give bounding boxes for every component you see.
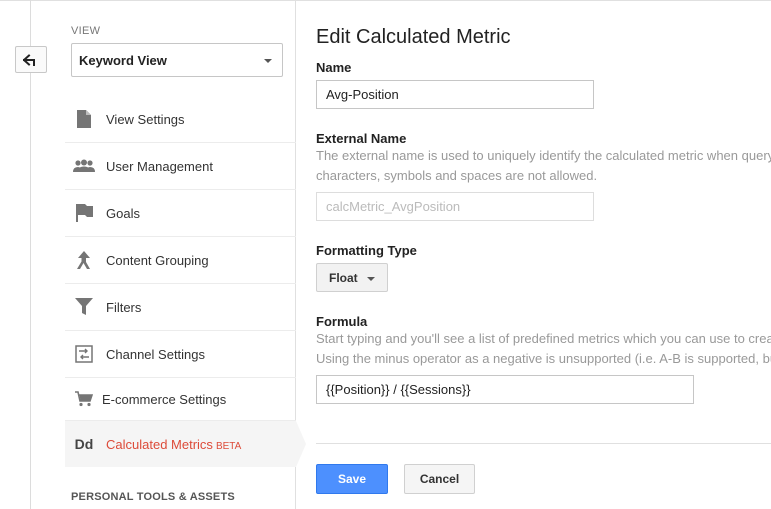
save-button[interactable]: Save xyxy=(316,464,388,494)
external-name-help-line-2: characters, symbols and spaces are not a… xyxy=(316,168,598,183)
edit-calculated-metric-form: Edit Calculated Metric Name Avg-Position… xyxy=(316,0,771,509)
view-select[interactable]: Keyword View xyxy=(71,43,283,77)
name-label: Name xyxy=(316,60,352,75)
nav-item-channel-settings[interactable]: Channel Settings xyxy=(65,331,296,378)
external-name-label: External Name xyxy=(316,131,407,146)
nav-item-label: Content Grouping xyxy=(106,252,209,268)
external-name-help-line-1: The external name is used to uniquely id… xyxy=(316,148,771,163)
content-grouping-icon xyxy=(73,249,95,271)
left-rail xyxy=(30,0,31,509)
nav-item-label: E-commerce Settings xyxy=(102,391,227,407)
formula-help-line-2: Using the minus operator as a negative i… xyxy=(316,351,771,366)
nav-item-content-grouping[interactable]: Content Grouping xyxy=(65,237,296,284)
cart-icon xyxy=(73,388,95,410)
formula-label: Formula xyxy=(316,314,368,329)
chevron-down-icon xyxy=(367,277,375,281)
nav-item-goals[interactable]: Goals xyxy=(65,190,296,237)
nav-item-label: Goals xyxy=(106,205,140,221)
users-icon xyxy=(73,155,95,177)
formatting-type-value: Float xyxy=(329,270,358,285)
section-heading-personal-tools: PERSONAL TOOLS & ASSETS xyxy=(71,491,235,503)
flag-icon xyxy=(73,202,95,224)
chevron-down-icon xyxy=(264,59,272,63)
nav-item-label: User Management xyxy=(106,158,213,174)
channel-settings-icon xyxy=(73,343,95,365)
nav-item-label: Channel Settings xyxy=(106,346,206,362)
filter-icon xyxy=(73,296,95,318)
external-name-input: calcMetric_AvgPosition xyxy=(316,192,594,221)
nav-item-calculated-metrics[interactable]: Dd Calculated Metrics BETA xyxy=(65,421,296,467)
formatting-type-label: Formatting Type xyxy=(316,243,417,258)
document-icon xyxy=(73,108,95,130)
nav-item-label: Calculated Metrics xyxy=(106,436,213,452)
nav-item-label: Filters xyxy=(106,299,142,315)
dd-icon: Dd xyxy=(74,436,94,452)
back-button[interactable] xyxy=(15,46,47,73)
page-title: Edit Calculated Metric xyxy=(316,26,511,48)
formatting-type-dropdown[interactable]: Float xyxy=(316,263,388,292)
nav-item-view-settings[interactable]: View Settings xyxy=(65,96,296,143)
active-indicator xyxy=(296,421,306,467)
divider xyxy=(316,443,771,444)
nav-item-user-management[interactable]: User Management xyxy=(65,143,296,190)
name-input[interactable]: Avg-Position xyxy=(316,80,594,109)
back-arrow-icon xyxy=(23,53,35,66)
view-select-value: Keyword View xyxy=(79,52,167,68)
view-label: VIEW xyxy=(71,25,101,37)
admin-nav: VIEW Keyword View View Settings User Man… xyxy=(65,0,296,509)
formula-input[interactable]: {{Position}} / {{Sessions}} xyxy=(316,375,694,404)
nav-item-label: View Settings xyxy=(106,111,185,127)
nav-item-filters[interactable]: Filters xyxy=(65,284,296,331)
formula-help-line-1: Start typing and you'll see a list of pr… xyxy=(316,331,771,346)
beta-badge: BETA xyxy=(215,440,242,452)
nav-item-ecommerce-settings[interactable]: E-commerce Settings xyxy=(65,378,296,421)
cancel-button[interactable]: Cancel xyxy=(404,464,475,494)
